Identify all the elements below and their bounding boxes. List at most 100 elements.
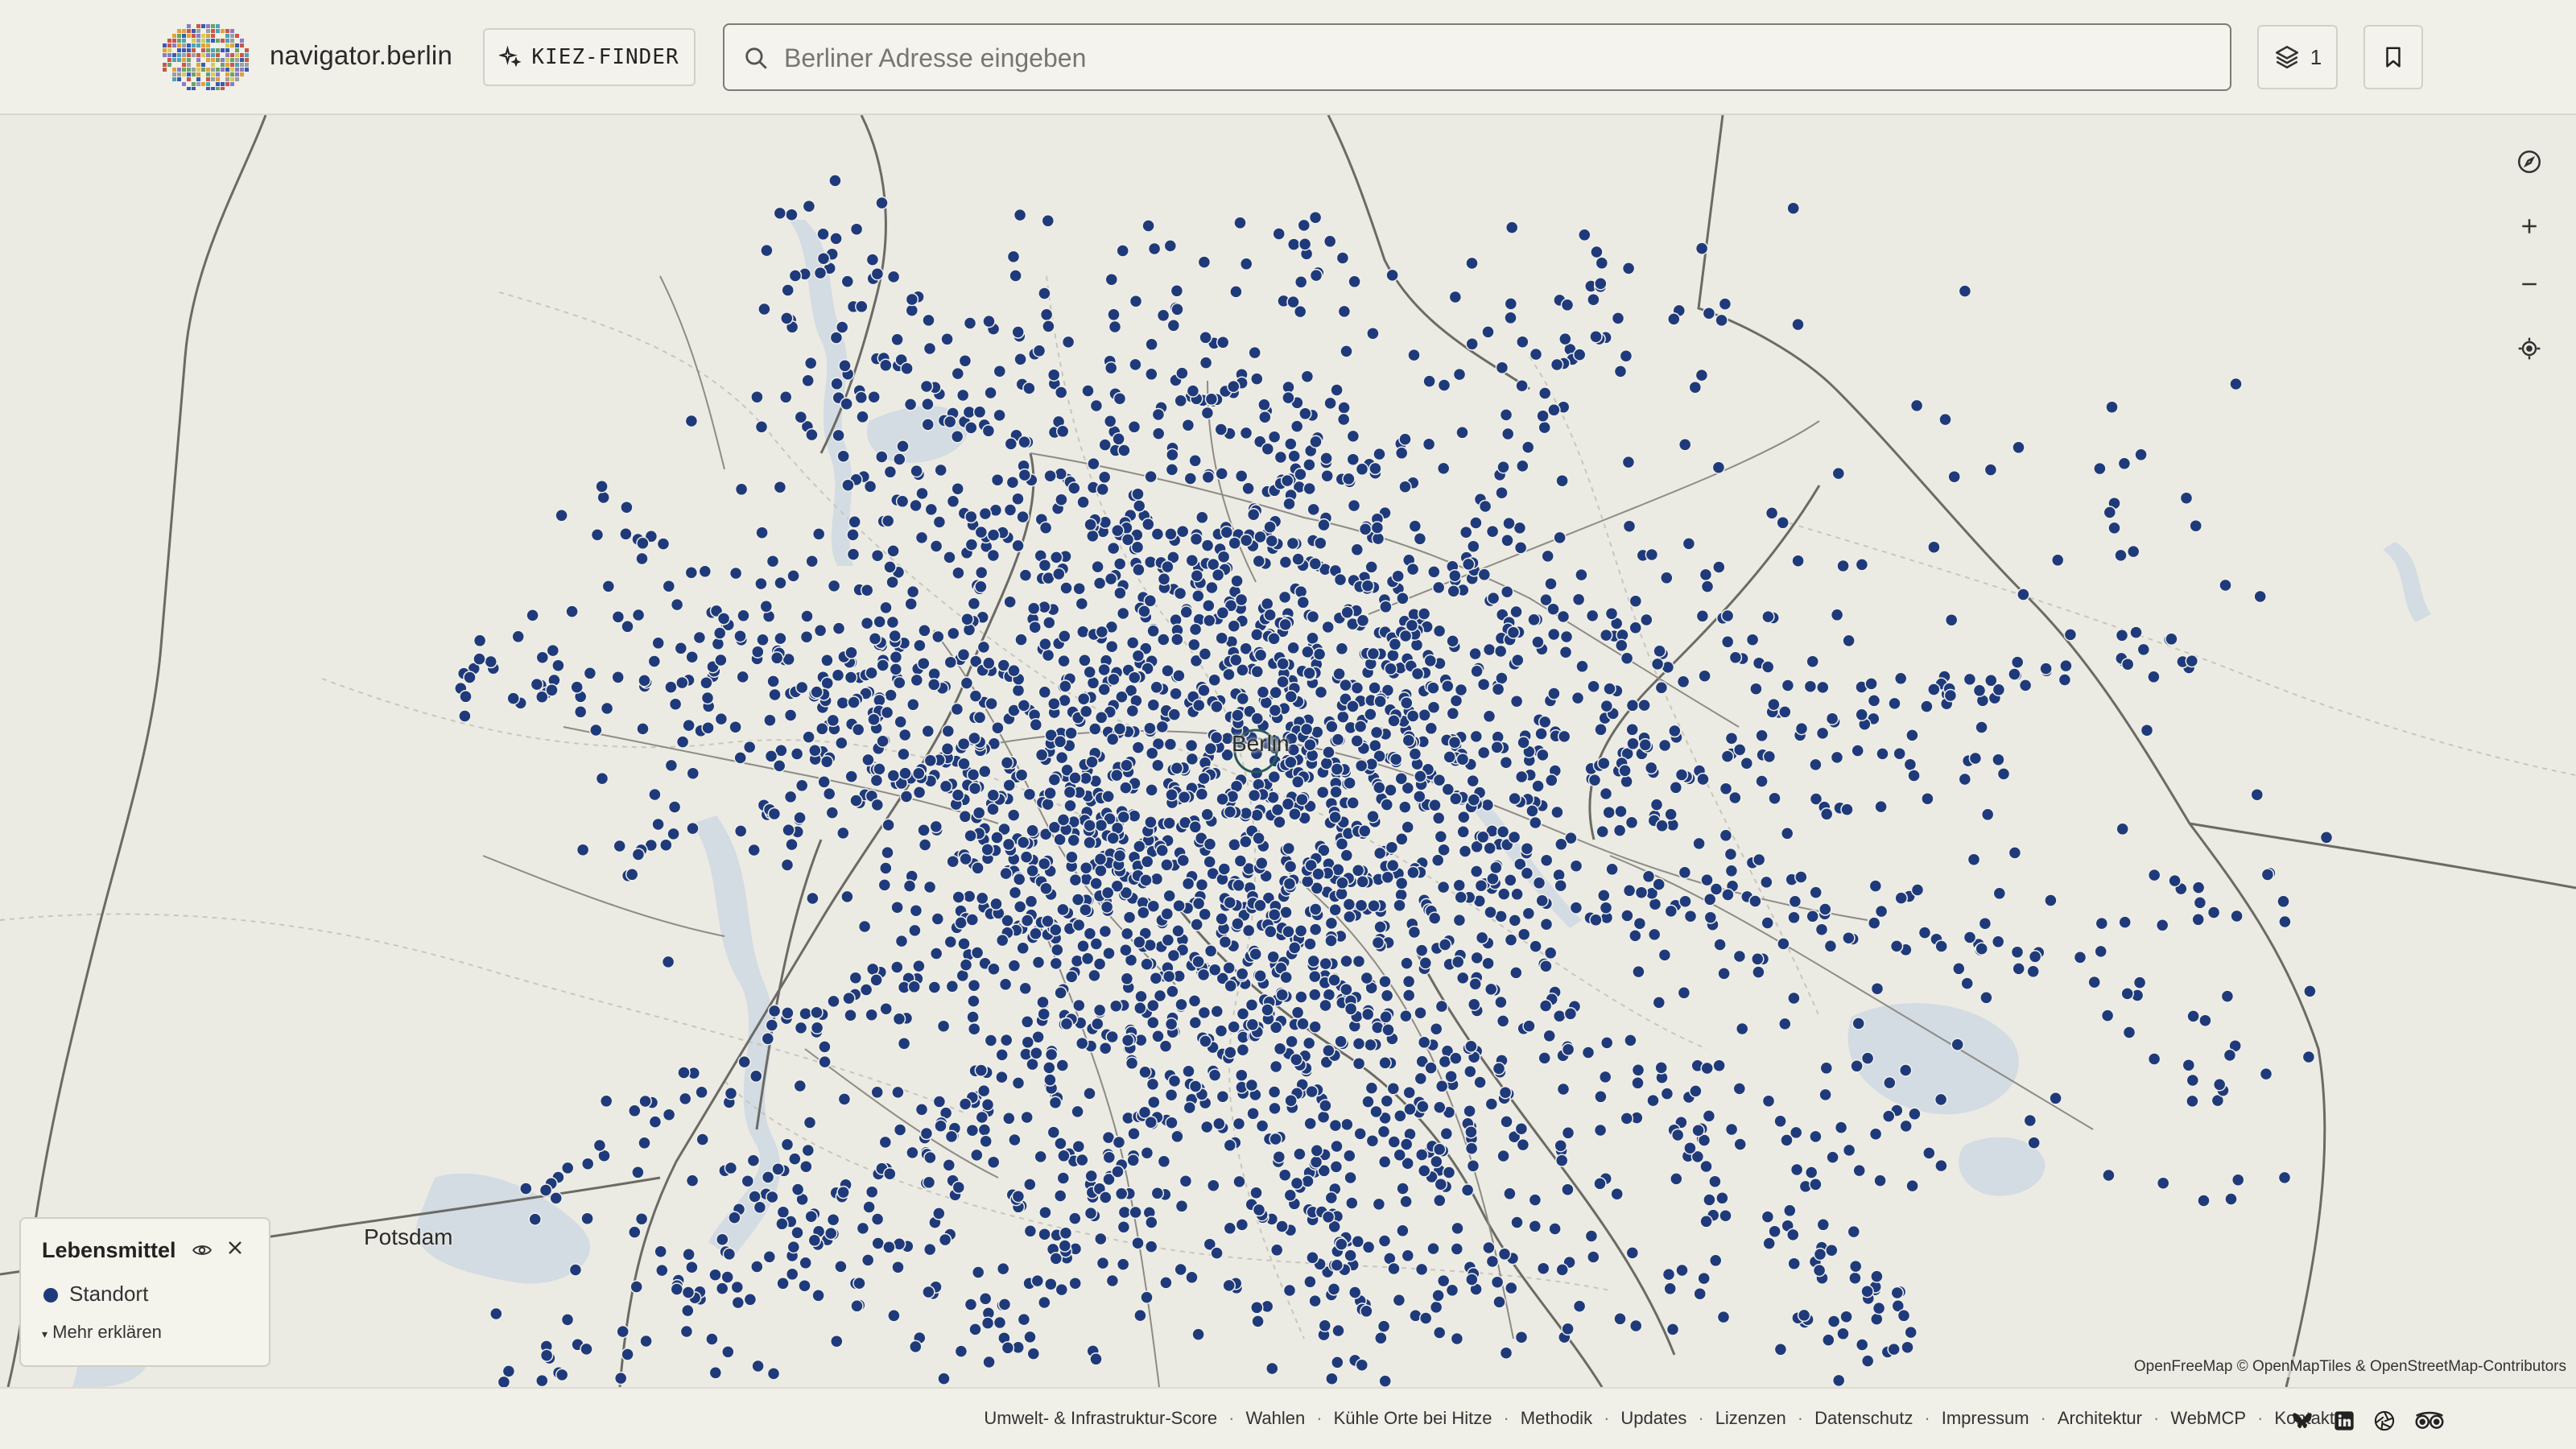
grocery-marker[interactable] (1129, 357, 1142, 372)
grocery-marker[interactable] (1695, 242, 1709, 255)
grocery-marker[interactable] (825, 806, 840, 819)
grocery-marker[interactable] (647, 654, 662, 668)
grocery-marker[interactable] (828, 174, 842, 188)
grocery-marker[interactable] (1197, 771, 1211, 786)
grocery-marker[interactable] (1427, 911, 1442, 925)
grocery-marker[interactable] (2156, 1176, 2170, 1190)
grocery-marker[interactable] (1175, 366, 1189, 380)
grocery-marker[interactable] (1455, 971, 1470, 985)
grocery-marker[interactable] (1496, 887, 1511, 901)
grocery-marker[interactable] (1696, 772, 1710, 786)
grocery-marker[interactable] (1560, 298, 1575, 312)
grocery-marker[interactable] (909, 498, 923, 513)
grocery-marker[interactable] (1284, 437, 1298, 451)
grocery-marker[interactable] (1083, 819, 1096, 832)
grocery-marker[interactable] (1480, 798, 1495, 812)
grocery-marker[interactable] (1084, 1206, 1098, 1220)
grocery-marker[interactable] (1072, 998, 1086, 1013)
grocery-marker[interactable] (1444, 1069, 1458, 1084)
grocery-marker[interactable] (898, 728, 912, 742)
grocery-marker[interactable] (2186, 1073, 2200, 1088)
grocery-marker[interactable] (1059, 1226, 1073, 1240)
grocery-marker[interactable] (1151, 407, 1166, 422)
grocery-marker[interactable] (1585, 609, 1600, 623)
grocery-marker[interactable] (729, 566, 743, 580)
grocery-marker[interactable] (1205, 580, 1219, 595)
grocery-marker[interactable] (1499, 408, 1513, 422)
grocery-marker[interactable] (1761, 916, 1774, 930)
grocery-marker[interactable] (1752, 852, 1766, 867)
grocery-marker[interactable] (590, 528, 605, 542)
grocery-marker[interactable] (662, 1108, 676, 1121)
grocery-marker[interactable] (1223, 1138, 1237, 1153)
grocery-marker[interactable] (1761, 1094, 1776, 1108)
grocery-marker[interactable] (1578, 228, 1591, 242)
grocery-marker[interactable] (775, 1217, 789, 1231)
grocery-marker[interactable] (1448, 568, 1462, 583)
grocery-marker[interactable] (2303, 985, 2317, 998)
grocery-marker[interactable] (1797, 1308, 1811, 1323)
grocery-marker[interactable] (929, 947, 943, 960)
grocery-marker[interactable] (736, 670, 749, 684)
grocery-marker[interactable] (1049, 956, 1063, 971)
kiez-finder-button[interactable]: KIEZ-FINDER (483, 28, 696, 86)
grocery-marker[interactable] (1529, 347, 1543, 361)
grocery-marker[interactable] (1167, 708, 1182, 721)
grocery-marker[interactable] (1235, 1068, 1249, 1082)
grocery-marker[interactable] (1476, 745, 1491, 760)
grocery-marker[interactable] (2023, 1113, 2037, 1128)
grocery-marker[interactable] (661, 955, 675, 969)
grocery-marker[interactable] (1308, 1294, 1322, 1308)
grocery-marker[interactable] (2191, 913, 2205, 927)
grocery-marker[interactable] (1367, 898, 1381, 913)
grocery-marker[interactable] (1344, 1170, 1357, 1185)
grocery-marker[interactable] (2260, 868, 2275, 881)
grocery-marker[interactable] (1076, 691, 1091, 706)
grocery-marker[interactable] (1975, 720, 1988, 734)
grocery-marker[interactable] (793, 811, 807, 825)
grocery-marker[interactable] (870, 548, 885, 563)
grocery-marker[interactable] (1809, 1129, 1823, 1144)
grocery-marker[interactable] (1477, 568, 1492, 582)
grocery-marker[interactable] (1140, 1290, 1154, 1304)
grocery-marker[interactable] (1848, 1271, 1862, 1285)
grocery-marker[interactable] (1629, 1319, 1643, 1333)
grocery-marker[interactable] (970, 1148, 984, 1162)
grocery-marker[interactable] (1308, 923, 1323, 936)
grocery-marker[interactable] (1282, 390, 1295, 405)
grocery-marker[interactable] (1325, 1372, 1339, 1385)
grocery-marker[interactable] (1398, 480, 1412, 493)
grocery-marker[interactable] (2186, 1009, 2200, 1023)
grocery-marker[interactable] (1186, 384, 1200, 398)
grocery-marker[interactable] (1299, 722, 1314, 737)
grocery-marker[interactable] (2063, 628, 2078, 642)
grocery-marker[interactable] (1251, 1315, 1265, 1328)
grocery-marker[interactable] (1023, 1330, 1037, 1344)
grocery-marker[interactable] (1112, 1135, 1126, 1150)
grocery-marker[interactable] (2093, 461, 2107, 476)
grocery-marker[interactable] (2120, 987, 2134, 1001)
grocery-marker[interactable] (1452, 367, 1467, 382)
grocery-marker[interactable] (1657, 948, 1672, 962)
grocery-marker[interactable] (720, 1270, 734, 1284)
grocery-marker[interactable] (813, 624, 828, 638)
grocery-marker[interactable] (1079, 902, 1092, 917)
grocery-marker[interactable] (879, 358, 893, 373)
grocery-marker[interactable] (1089, 1352, 1103, 1366)
grocery-marker[interactable] (1013, 208, 1027, 222)
grocery-marker[interactable] (767, 807, 782, 821)
grocery-marker[interactable] (1071, 893, 1085, 906)
grocery-marker[interactable] (967, 597, 981, 611)
grocery-marker[interactable] (883, 1166, 897, 1181)
grocery-marker[interactable] (1170, 633, 1184, 646)
grocery-marker[interactable] (565, 605, 579, 618)
grocery-marker[interactable] (1303, 737, 1317, 752)
grocery-marker[interactable] (1711, 460, 1726, 474)
grocery-marker[interactable] (1752, 965, 1765, 979)
grocery-marker[interactable] (1354, 758, 1368, 773)
grocery-marker[interactable] (1755, 774, 1769, 788)
grocery-marker[interactable] (950, 702, 964, 716)
grocery-marker[interactable] (1132, 563, 1146, 577)
grocery-marker[interactable] (1385, 858, 1400, 873)
grocery-marker[interactable] (830, 377, 844, 391)
